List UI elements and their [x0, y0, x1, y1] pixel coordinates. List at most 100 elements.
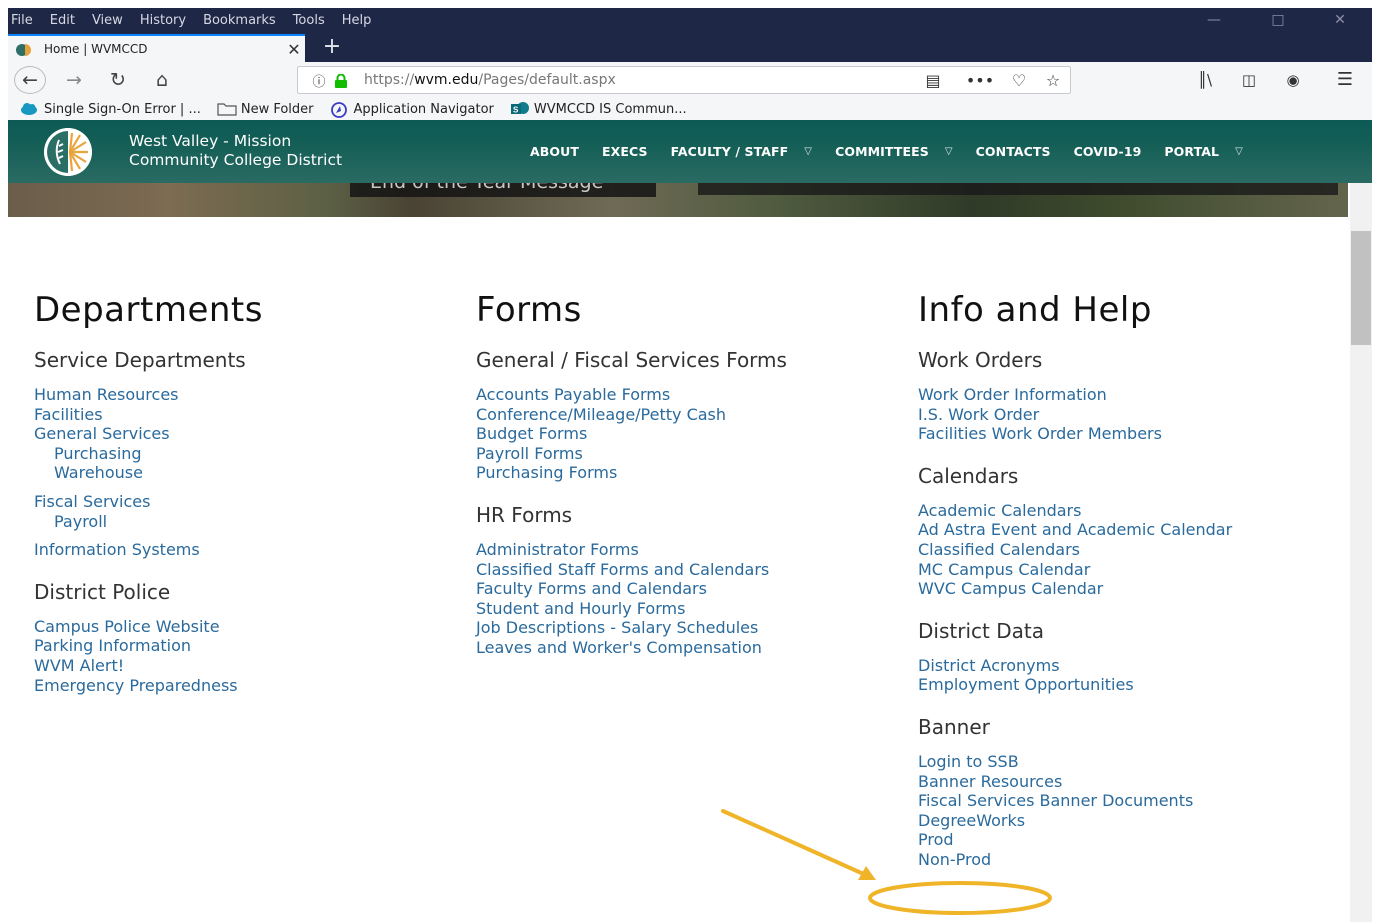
link-student-and-hourly-forms[interactable]: Student and Hourly Forms [476, 599, 896, 619]
url-scheme: https:// [364, 72, 415, 88]
chevron-down-icon[interactable]: ▽ [945, 146, 953, 157]
back-icon[interactable]: ← [14, 66, 46, 94]
link-i-s-work-order[interactable]: I.S. Work Order [918, 405, 1338, 425]
link-general-services[interactable]: General Services [34, 424, 454, 444]
link-degreeworks[interactable]: DegreeWorks [918, 811, 1338, 831]
bookmark-label: New Folder [240, 101, 314, 117]
link-district-acronyms[interactable]: District Acronyms [918, 656, 1338, 676]
bookmark-application-navigator[interactable]: Application Navigator [330, 102, 494, 118]
bookmark-sso-error[interactable]: Single Sign-On Error | ... [20, 102, 201, 117]
link-fiscal-services[interactable]: Fiscal Services [34, 492, 454, 512]
site-favicon-icon [16, 42, 34, 56]
link-wvm-alert[interactable]: WVM Alert! [34, 656, 454, 676]
tab-home-wvmccd[interactable]: Home | WVMCCD ✕ [8, 34, 305, 62]
link-banner-resources[interactable]: Banner Resources [918, 772, 1338, 792]
site-nav-about[interactable]: ABOUT [530, 144, 579, 159]
link-prod[interactable]: Prod [918, 830, 1338, 850]
site-info-icon[interactable]: ⓘ [308, 71, 330, 90]
site-nav-committees[interactable]: COMMITTEES ▽ [835, 144, 953, 159]
link-login-to-ssb[interactable]: Login to SSB [918, 752, 1338, 772]
bookmark-label: Single Sign-On Error | ... [44, 101, 201, 117]
url-text[interactable]: https://wvm.edu/Pages/default.aspx [364, 72, 916, 88]
link-fiscal-services-banner-documents[interactable]: Fiscal Services Banner Documents [918, 791, 1338, 811]
link-mc-campus-calendar[interactable]: MC Campus Calendar [918, 560, 1338, 580]
section-title: Work Orders [918, 348, 1043, 372]
link-warehouse[interactable]: Warehouse [34, 463, 454, 483]
district-name-line2: Community College District [129, 151, 343, 169]
site-nav-portal[interactable]: PORTAL ▽ [1164, 144, 1242, 159]
section-title: Banner [918, 714, 990, 739]
menu-view[interactable]: View [92, 13, 123, 28]
link-accounts-payable-forms[interactable]: Accounts Payable Forms [476, 385, 896, 405]
page-actions-icon[interactable]: ••• [958, 71, 1002, 90]
link-payroll[interactable]: Payroll [34, 512, 454, 532]
menu-history[interactable]: History [140, 13, 186, 28]
menu-edit[interactable]: Edit [50, 13, 75, 28]
hero-banner-image: End of the Year Message [8, 183, 1348, 217]
forward-icon[interactable]: → [60, 67, 88, 93]
link-budget-forms[interactable]: Budget Forms [476, 424, 896, 444]
bookmark-star-icon[interactable]: ☆ [1036, 71, 1070, 90]
column-title: Info and Help [918, 290, 1152, 330]
link-job-descriptions-salary-schedules[interactable]: Job Descriptions - Salary Schedules [476, 618, 896, 638]
close-window-icon[interactable]: ✕ [1320, 10, 1360, 32]
menu-bookmarks[interactable]: Bookmarks [203, 13, 276, 28]
link-wvc-campus-calendar[interactable]: WVC Campus Calendar [918, 579, 1338, 599]
link-employment-opportunities[interactable]: Employment Opportunities [918, 675, 1338, 695]
link-classified-staff-forms-and-calendars[interactable]: Classified Staff Forms and Calendars [476, 560, 896, 580]
chevron-down-icon[interactable]: ▽ [1235, 146, 1243, 157]
site-nav-covid-19[interactable]: COVID-19 [1074, 144, 1142, 159]
link-purchasing-forms[interactable]: Purchasing Forms [476, 463, 896, 483]
sharepoint-icon: S [510, 102, 529, 116]
home-icon[interactable]: ⌂ [148, 67, 176, 93]
chevron-down-icon[interactable]: ▽ [804, 146, 812, 157]
link-ad-astra-event-and-academic-calendar[interactable]: Ad Astra Event and Academic Calendar [918, 520, 1238, 540]
scrollbar-thumb[interactable] [1351, 231, 1371, 345]
link-non-prod[interactable]: Non-Prod [918, 850, 1338, 870]
menu-tools[interactable]: Tools [293, 13, 325, 28]
link-faculty-forms-and-calendars[interactable]: Faculty Forms and Calendars [476, 579, 896, 599]
menu-help[interactable]: Help [342, 13, 372, 28]
district-name[interactable]: West Valley - Mission Community College … [129, 132, 342, 170]
url-bar[interactable]: ⓘ https://wvm.edu/Pages/default.aspx ▤ •… [297, 66, 1071, 94]
site-nav-execs[interactable]: EXECS [602, 144, 648, 159]
reload-icon[interactable]: ↻ [104, 67, 132, 93]
sidebar-icon[interactable]: ◫ [1234, 67, 1264, 93]
pocket-icon[interactable]: ♡ [1002, 71, 1036, 90]
link-academic-calendars[interactable]: Academic Calendars [918, 501, 1338, 521]
column-departments: Departments Service Departments Human Reso… [34, 288, 454, 713]
link-work-order-information[interactable]: Work Order Information [918, 385, 1338, 405]
close-tab-icon[interactable]: ✕ [283, 40, 305, 59]
link-campus-police-website[interactable]: Campus Police Website [34, 617, 454, 637]
bookmark-new-folder[interactable]: New Folder [217, 102, 314, 117]
account-icon[interactable]: ◉ [1278, 67, 1308, 93]
site-nav-contacts[interactable]: CONTACTS [976, 144, 1051, 159]
hero-caption-text[interactable]: End of the Year Message [370, 183, 603, 193]
site-header: West Valley - Mission Community College … [8, 120, 1372, 183]
section-title: Service Departments [34, 348, 246, 372]
link-parking-information[interactable]: Parking Information [34, 636, 454, 656]
link-purchasing[interactable]: Purchasing [34, 444, 454, 464]
district-logo-icon[interactable] [44, 128, 92, 176]
hamburger-menu-icon[interactable]: ☰ [1330, 67, 1360, 93]
library-icon[interactable]: ║\ [1190, 67, 1220, 93]
link-classified-calendars[interactable]: Classified Calendars [918, 540, 1338, 560]
link-information-systems[interactable]: Information Systems [34, 540, 454, 560]
link-facilities-work-order-members[interactable]: Facilities Work Order Members [918, 424, 1338, 444]
lock-icon[interactable] [334, 73, 350, 88]
link-payroll-forms[interactable]: Payroll Forms [476, 444, 896, 464]
site-nav-faculty-staff[interactable]: FACULTY / STAFF ▽ [671, 144, 812, 159]
bookmark-wvmccd-is[interactable]: S WVMCCD IS Commun... [510, 102, 687, 117]
reader-view-icon[interactable]: ▤ [916, 71, 950, 90]
link-facilities[interactable]: Facilities [34, 405, 454, 425]
minimize-icon[interactable]: — [1194, 10, 1234, 32]
link-administrator-forms[interactable]: Administrator Forms [476, 540, 896, 560]
new-tab-button[interactable]: + [318, 34, 346, 62]
link-emergency-preparedness[interactable]: Emergency Preparedness [34, 676, 454, 696]
site-nav-label: PORTAL [1164, 144, 1220, 159]
link-human-resources[interactable]: Human Resources [34, 385, 454, 405]
link-conference-mileage-petty-cash[interactable]: Conference/Mileage/Petty Cash [476, 405, 896, 425]
link-leaves-and-worker-s-compensation[interactable]: Leaves and Worker's Compensation [476, 638, 896, 658]
maximize-icon[interactable]: □ [1258, 10, 1298, 32]
menu-file[interactable]: File [11, 13, 33, 28]
